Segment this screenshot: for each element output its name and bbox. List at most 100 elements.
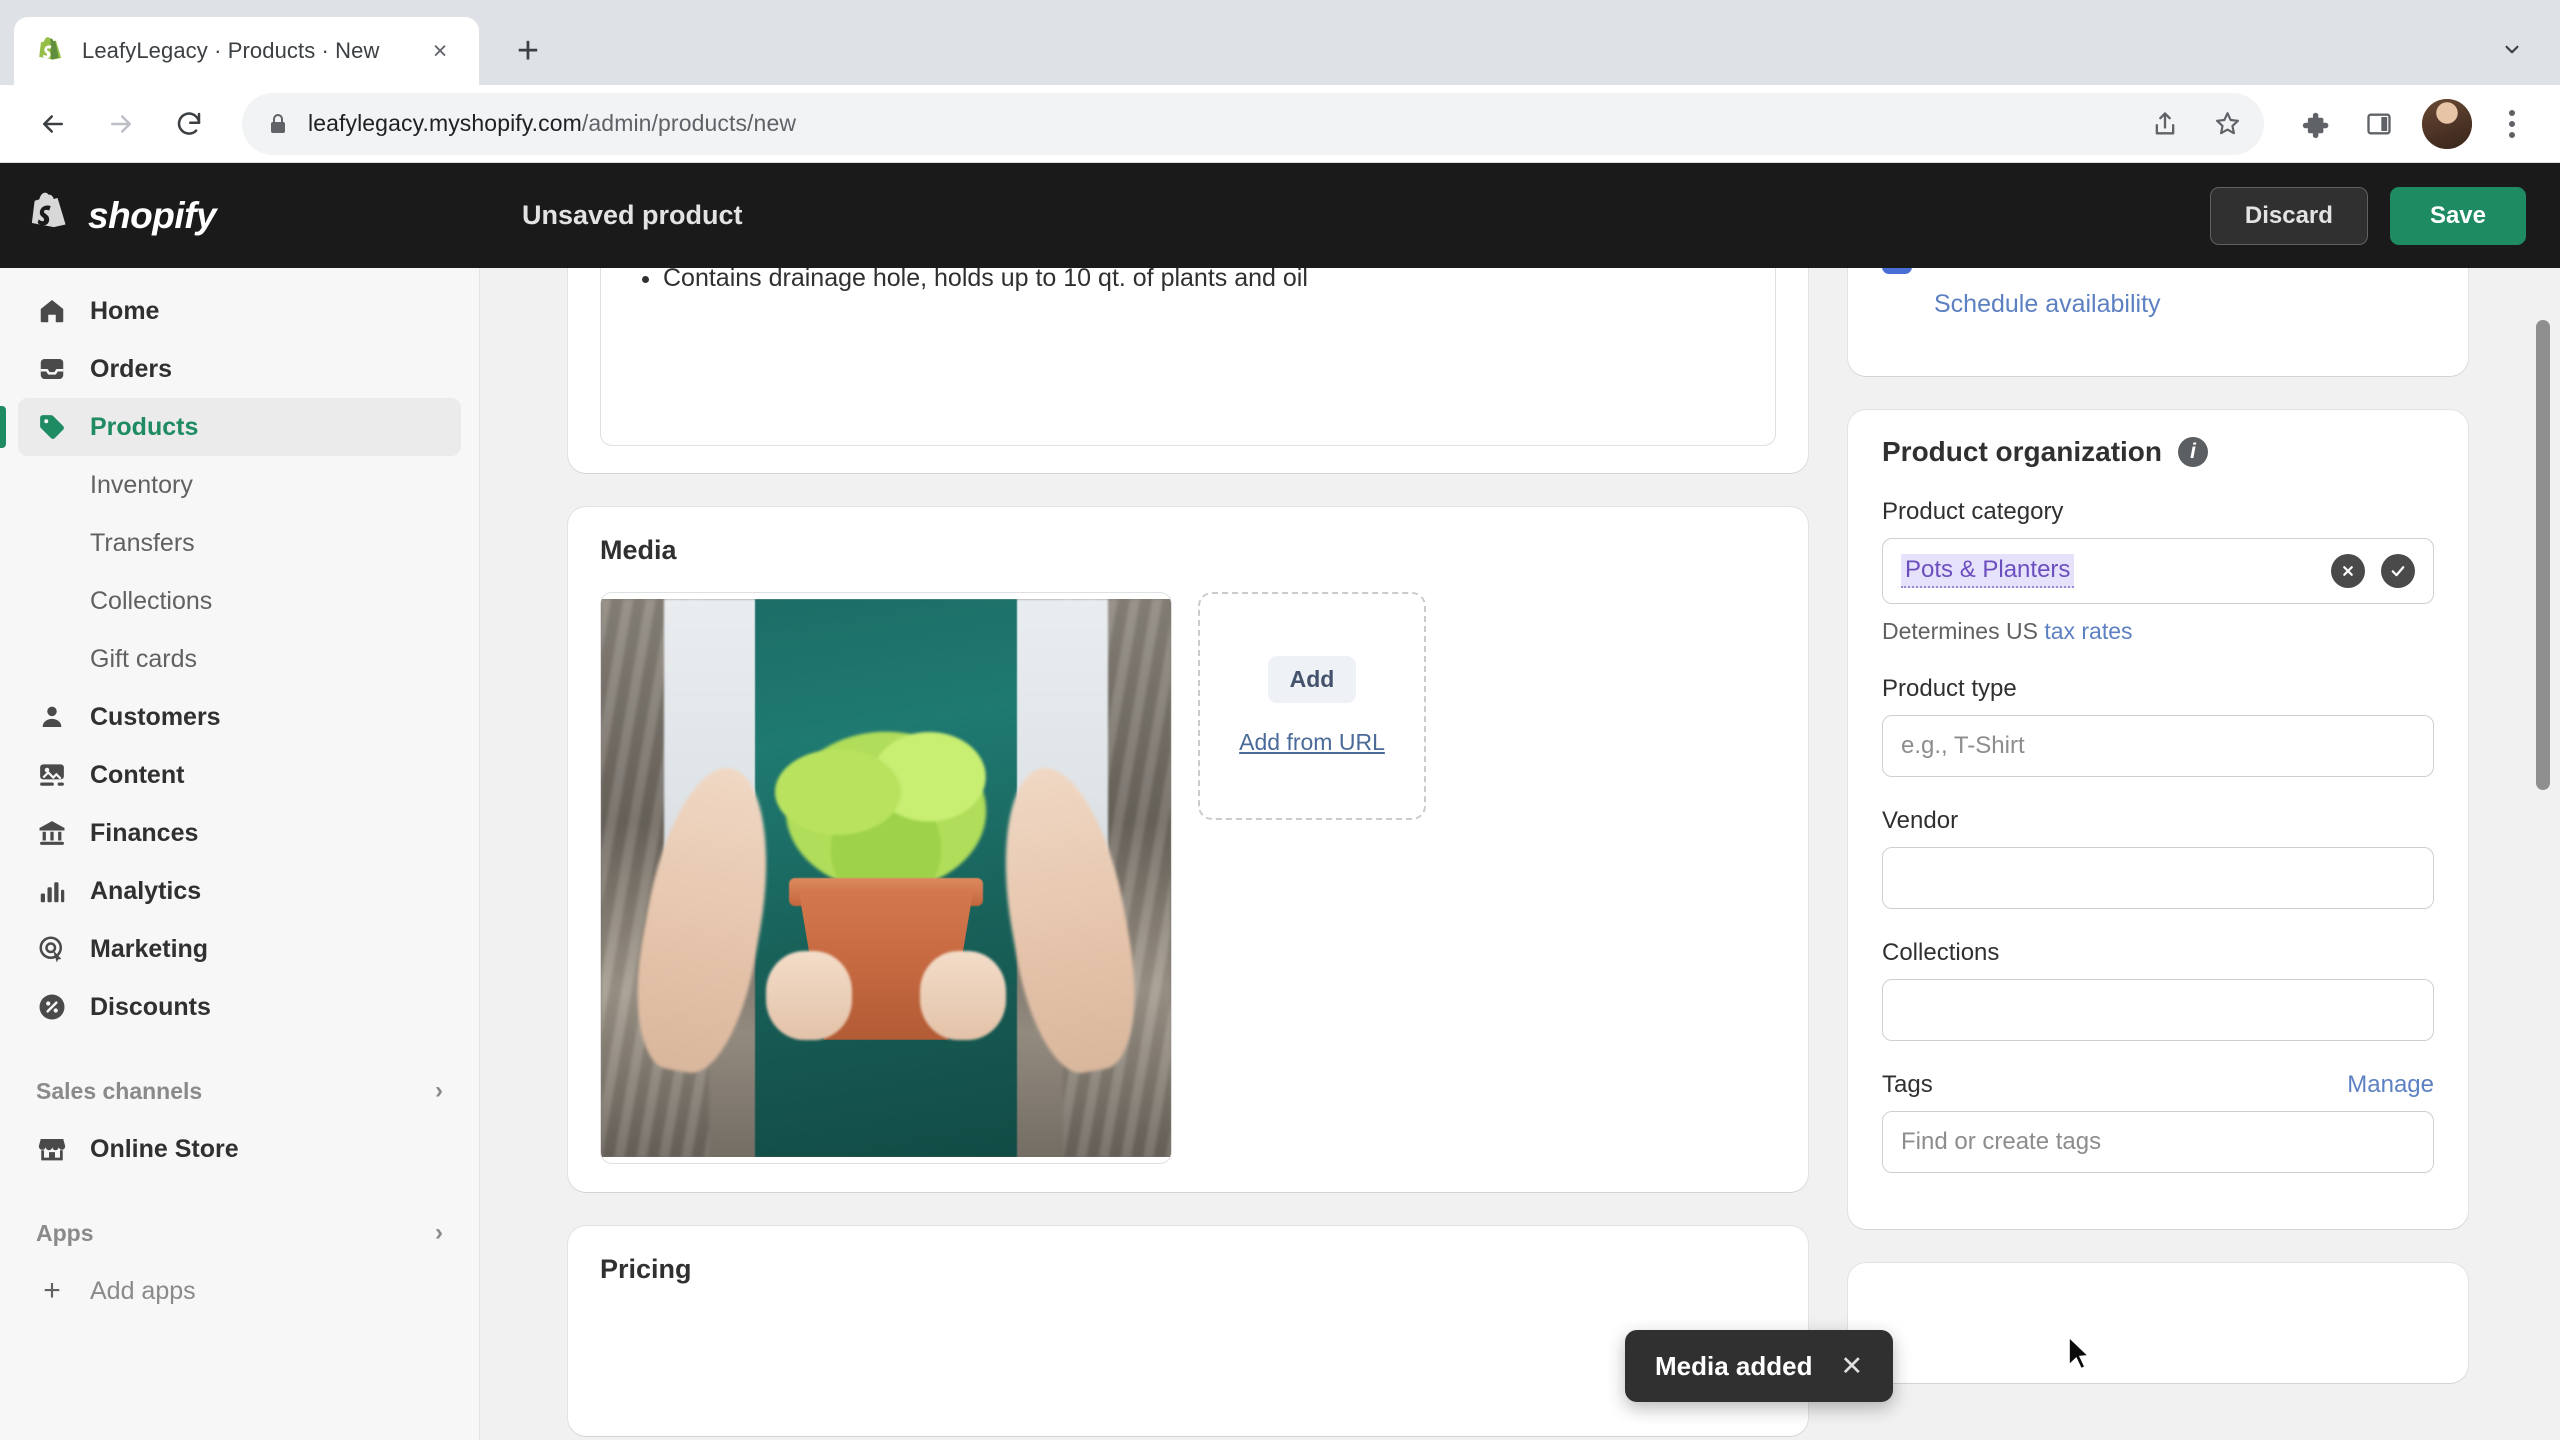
description-card: Contains drainage hole, holds up to 10 q…	[568, 268, 1808, 473]
sidebar-item-label: Customers	[90, 702, 221, 731]
finances-bank-icon	[36, 817, 68, 849]
new-tab-button[interactable]: +	[499, 22, 557, 80]
sidebar-item-label: Inventory	[90, 470, 193, 499]
sidebar-item-discounts[interactable]: Discounts	[18, 978, 461, 1036]
media-title: Media	[600, 535, 677, 565]
sidebar-item-marketing[interactable]: Marketing	[18, 920, 461, 978]
sidebar-item-inventory[interactable]: Inventory	[18, 456, 461, 514]
save-button[interactable]: Save	[2389, 186, 2526, 245]
product-category-combobox[interactable]: Pots & Planters	[1882, 538, 2434, 604]
tags-label: Tags	[1882, 1071, 1933, 1098]
collections-input[interactable]	[1882, 979, 2434, 1041]
sidebar-item-customers[interactable]: Customers	[18, 688, 461, 746]
analytics-bars-icon	[36, 875, 68, 907]
sidebar-item-label: Orders	[90, 354, 172, 383]
sidebar-nav: Home Orders Products Inventory Transfers…	[0, 268, 480, 1440]
customer-person-icon	[36, 701, 68, 733]
pricing-card: Pricing	[568, 1226, 1808, 1436]
online-store-label: Online Store	[1930, 268, 2069, 274]
info-icon[interactable]: i	[2178, 437, 2208, 467]
share-icon[interactable]	[2136, 95, 2194, 153]
chevron-down-icon[interactable]	[2492, 29, 2532, 69]
lock-icon	[268, 111, 290, 137]
availability-card: Online Store Schedule availability	[1848, 268, 2468, 376]
sidebar-item-label: Online Store	[90, 1134, 239, 1163]
schedule-availability-link[interactable]: Schedule availability	[1934, 290, 2161, 319]
sidebar-item-orders[interactable]: Orders	[18, 340, 461, 398]
add-media-button[interactable]: Add	[1267, 656, 1357, 703]
sidebar-item-label: Transfers	[90, 528, 195, 557]
product-category-helper: Determines US tax rates	[1882, 618, 2434, 645]
product-category-field: Product category Pots & Planters Determi…	[1882, 498, 2434, 645]
browser-window: LeafyLegacy · Products · New × + leafyle…	[0, 0, 2560, 1440]
product-type-input[interactable]	[1882, 715, 2434, 777]
sidebar-item-analytics[interactable]: Analytics	[18, 862, 461, 920]
bookmark-star-icon[interactable]	[2198, 95, 2256, 153]
sidebar-item-online-store[interactable]: Online Store	[18, 1120, 461, 1178]
media-card: Media Add Add from URL	[568, 507, 1808, 1192]
shopify-header: shopify Unsaved product Discard Save	[0, 163, 2560, 268]
back-button[interactable]	[22, 93, 84, 155]
sidebar-item-finances[interactable]: Finances	[18, 804, 461, 862]
sidebar-item-home[interactable]: Home	[18, 282, 461, 340]
extensions-puzzle-icon[interactable]	[2286, 95, 2344, 153]
sidebar-item-label: Add apps	[90, 1276, 196, 1305]
scrollbar-thumb[interactable]	[2536, 320, 2550, 790]
clear-circle-icon[interactable]	[2331, 554, 2365, 588]
sidebar-item-gift-cards[interactable]: Gift cards	[18, 630, 461, 688]
vertical-scrollbar[interactable]	[2532, 268, 2554, 1440]
sidebar-item-label: Marketing	[90, 934, 209, 963]
home-icon	[36, 295, 68, 327]
profile-avatar[interactable]	[2422, 98, 2472, 149]
sidebar-item-label: Home	[90, 296, 160, 325]
chrome-menu-icon[interactable]	[2486, 95, 2538, 153]
description-editor[interactable]: Contains drainage hole, holds up to 10 q…	[600, 268, 1776, 446]
vendor-input[interactable]	[1882, 847, 2434, 909]
media-thumbnail[interactable]	[600, 592, 1172, 1164]
sidebar-item-add-apps[interactable]: + Add apps	[18, 1262, 461, 1320]
sidebar-item-transfers[interactable]: Transfers	[18, 514, 461, 572]
media-dropzone[interactable]: Add Add from URL	[1198, 592, 1426, 820]
sidebar-item-products[interactable]: Products	[0, 398, 461, 456]
sidebar-item-label: Discounts	[90, 992, 211, 1021]
store-icon	[36, 1133, 68, 1165]
side-panel-icon[interactable]	[2350, 95, 2408, 153]
organization-title-text: Product organization	[1882, 436, 2162, 467]
add-from-url-link[interactable]: Add from URL	[1239, 729, 1385, 756]
browser-tab[interactable]: LeafyLegacy · Products · New ×	[14, 17, 479, 85]
sidebar-item-collections[interactable]: Collections	[18, 572, 461, 630]
sidebar-section-apps[interactable]: Apps ›	[18, 1204, 461, 1262]
extra-card	[1848, 1263, 2468, 1383]
product-category-value: Pots & Planters	[1901, 554, 2075, 588]
content-image-icon	[36, 759, 68, 791]
address-bar[interactable]: leafylegacy.myshopify.com/admin/products…	[242, 92, 2264, 155]
reload-button[interactable]	[158, 93, 220, 155]
collections-field: Collections	[1882, 939, 2434, 1041]
chevron-right-icon: ›	[435, 1219, 443, 1246]
check-circle-icon[interactable]	[2381, 554, 2415, 588]
description-bullet: Contains drainage hole, holds up to 10 q…	[663, 268, 1753, 300]
product-type-label: Product type	[1882, 675, 2017, 702]
close-icon[interactable]: ×	[423, 34, 457, 68]
tags-field: Tags Manage	[1882, 1071, 2434, 1173]
manage-tags-link[interactable]: Manage	[2347, 1071, 2434, 1099]
url-host: leafylegacy.myshopify.com	[308, 110, 582, 136]
shopify-bag-icon	[30, 191, 74, 241]
sidebar-item-label: Gift cards	[90, 644, 197, 673]
close-icon[interactable]: ✕	[1840, 1351, 1863, 1382]
product-photo	[601, 599, 1171, 1157]
toast-message: Media added	[1655, 1350, 1813, 1381]
products-tag-icon	[36, 411, 68, 443]
sidebar-section-sales-channels[interactable]: Sales channels ›	[18, 1062, 461, 1120]
main-left-column: Contains drainage hole, holds up to 10 q…	[568, 268, 1808, 1440]
shopify-logo[interactable]: shopify	[30, 191, 480, 241]
sidebar-item-content[interactable]: Content	[18, 746, 461, 804]
online-store-checkbox[interactable]	[1882, 268, 1912, 274]
sidebar-item-label: Collections	[90, 586, 213, 615]
tax-rates-link[interactable]: tax rates	[2044, 618, 2132, 644]
tags-input[interactable]	[1882, 1111, 2434, 1173]
forward-button[interactable]	[90, 93, 152, 155]
vendor-field: Vendor	[1882, 807, 2434, 909]
discard-button[interactable]: Discard	[2209, 186, 2368, 245]
marketing-target-icon	[36, 933, 68, 965]
